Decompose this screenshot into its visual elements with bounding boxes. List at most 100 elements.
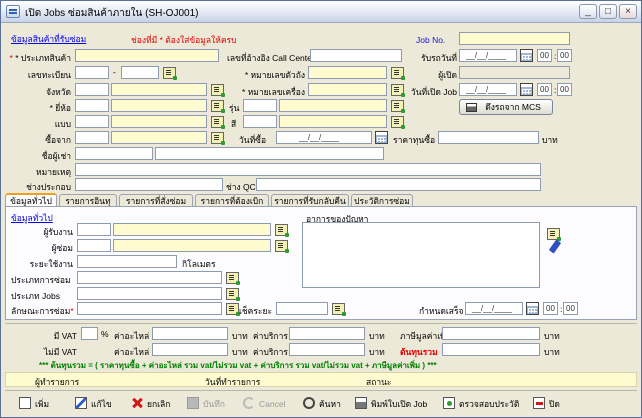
product-type-input[interactable] [75,49,219,62]
buy-from-name-input[interactable] [111,131,207,144]
style-name-input[interactable] [111,115,207,128]
renter-code-input[interactable] [75,147,153,160]
color-name-input[interactable] [279,115,387,128]
engine-no-input[interactable] [308,83,387,96]
callcenter-ref-input[interactable] [310,49,402,62]
problem-textarea[interactable] [302,222,540,288]
buy-date-input[interactable]: __/__/____ [276,131,372,144]
receiver-code-input[interactable] [77,223,111,236]
exit-icon [533,397,545,409]
save-icon [187,397,199,409]
cancel-button[interactable]: ยกเลิก [131,396,170,412]
new-button[interactable]: เพิ่ม [19,396,49,412]
receive-calendar-icon[interactable] [520,49,533,62]
finish-min-input[interactable]: 00 [563,302,578,315]
open-job-date-input[interactable]: __/__/____ [459,83,517,96]
job-type-label: ประเภท Jobs [11,291,60,301]
receive-date-input[interactable]: __/__/____ [459,49,517,62]
job-type-lookup-icon[interactable] [226,288,240,301]
receiver-name-input[interactable] [113,223,271,236]
repairer-lookup-icon[interactable] [275,240,289,253]
finish-date-calendar-icon[interactable] [526,302,539,315]
job-type-input[interactable] [77,287,222,300]
receive-min-input[interactable]: 00 [557,49,572,62]
parts-cost-novat-input[interactable] [152,343,228,356]
close-form-button[interactable]: ปิด [533,396,560,412]
tab-general[interactable]: ข้อมูลทั่วไป [5,193,57,207]
service-cost-novat-input[interactable] [289,343,365,356]
undo-button[interactable]: Cancel [243,396,285,412]
brand-label: * ยี่ห้อ [49,103,71,113]
buy-price-label: ราคาทุนซื้อ [393,135,436,145]
receiver-lookup-icon[interactable] [275,224,289,237]
model-code-input[interactable] [243,99,277,112]
note-input[interactable] [75,163,541,176]
vat-percent-input[interactable] [81,327,98,340]
pull-mcs-button[interactable]: ดึงรถจาก MCS [459,99,553,115]
color-lookup-icon[interactable] [391,116,405,129]
chassis-no-input[interactable] [308,66,387,79]
edit-button[interactable]: แก้ไข [75,396,112,412]
printer-icon [355,397,367,409]
plate-lookup-icon[interactable] [163,67,177,80]
style-code-input[interactable] [75,115,109,128]
service-cost-vat-input[interactable] [289,327,365,340]
parts-cost-vat-input[interactable] [152,327,228,340]
chassis-lookup-icon[interactable] [391,67,405,80]
title-bar[interactable]: เปิด Jobs ซ่อมสินค้าภายใน (SH-OJ001) _ □… [1,1,641,23]
chassis-no-label: * หมายเลขตัวถัง [244,70,305,80]
save-button[interactable]: บันทึก [187,396,225,412]
maximize-button[interactable]: □ [599,4,617,19]
warranty-lookup-icon[interactable] [332,303,346,316]
repair-nature-lookup-icon[interactable] [226,303,240,316]
province-name-input[interactable] [111,83,207,96]
repair-type-input[interactable] [77,271,222,284]
job-no-input[interactable] [459,32,570,45]
brand-name-input[interactable] [111,99,207,112]
style-lookup-icon[interactable] [211,116,225,129]
repair-type-lookup-icon[interactable] [226,272,240,285]
section-link-general[interactable]: ข้อมูลทั่วไป [11,211,53,225]
finish-date-input[interactable]: __/__/____ [465,302,523,315]
vat-amount-input[interactable] [442,327,540,340]
open-job-calendar-icon[interactable] [520,83,533,96]
repairer-name-input[interactable] [113,239,271,252]
total-cost-input[interactable] [442,343,540,356]
problem-lookup-icon[interactable] [547,228,561,241]
buy-price-input[interactable] [438,131,539,144]
brand-code-input[interactable] [75,99,109,112]
find-button[interactable]: ค้นหา [303,396,341,412]
buy-from-code-input[interactable] [75,131,109,144]
buy-date-calendar-icon[interactable] [375,131,388,144]
edit-icon [75,397,87,409]
insurer-input[interactable] [75,178,223,191]
section-link-product[interactable]: ข้อมูลสินค้าที่รับซ่อม [11,32,86,46]
close-button[interactable]: × [619,4,637,19]
warranty-input[interactable] [276,302,328,315]
color-code-input[interactable] [243,115,277,128]
baht-label: บาท [232,347,248,357]
repair-nature-input[interactable] [77,302,222,315]
renter-name-input[interactable] [155,147,384,160]
distance-input[interactable] [77,255,177,268]
finish-hour-input[interactable]: 00 [543,302,558,315]
print-job-button[interactable]: พิมพ์ใบเปิด Job [355,396,427,412]
receive-hour-input[interactable]: 00 [537,49,552,62]
engine-lookup-icon[interactable] [391,84,405,97]
model-name-input[interactable] [279,99,387,112]
model-lookup-icon[interactable] [391,100,405,113]
open-job-hour-input[interactable]: 00 [537,83,552,96]
service-cost-vat-label: ค่าบริการ [253,331,288,341]
check-history-button[interactable]: ตรวจสอบประวัติ [443,396,519,412]
receive-date-label: รับรถวันที่ [421,53,457,63]
repairer-code-input[interactable] [77,239,111,252]
plate-no-prefix-input[interactable] [75,66,109,79]
province-code-input[interactable] [75,83,109,96]
open-job-min-input[interactable]: 00 [557,83,572,96]
buy-from-lookup-icon[interactable] [211,132,225,145]
plate-no-number-input[interactable] [121,66,159,79]
qc-tech-input[interactable] [256,178,541,191]
brand-lookup-icon[interactable] [211,100,225,113]
baht-label: บาท [544,347,560,357]
minimize-button[interactable]: _ [579,4,597,19]
